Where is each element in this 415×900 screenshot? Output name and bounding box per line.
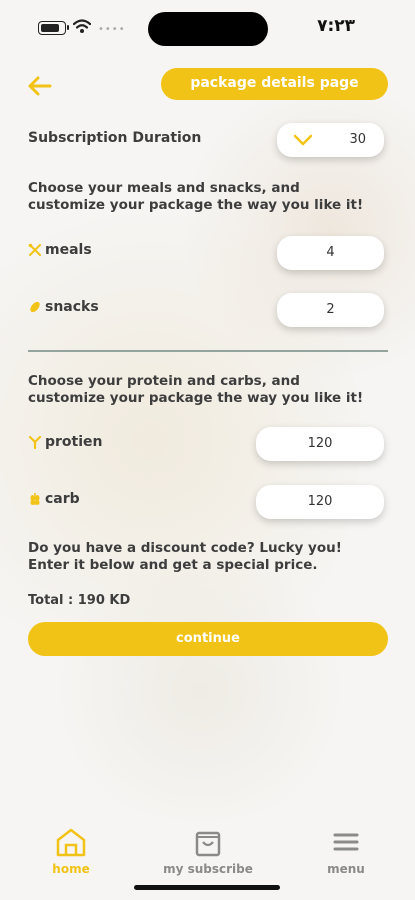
snacks-row-label: snacks xyxy=(28,299,99,315)
status-bar: •••• ٧:٢٣ xyxy=(0,0,415,54)
tab-subscribe-label: my subscribe xyxy=(163,862,253,876)
carb-row-label: carb xyxy=(28,491,80,507)
shopping-bag-icon xyxy=(195,831,221,857)
duration-select[interactable]: 30 xyxy=(277,123,384,157)
protein-amount-field[interactable]: 120 xyxy=(256,427,384,461)
wheat-icon xyxy=(30,493,40,505)
wifi-icon xyxy=(73,19,91,33)
tab-menu[interactable]: menu xyxy=(320,827,372,876)
tab-home[interactable]: home xyxy=(46,827,96,876)
protein-label: protien xyxy=(45,434,103,450)
meals-label: meals xyxy=(45,242,92,258)
protein-row-label: protien xyxy=(28,434,103,450)
signal-dots: •••• xyxy=(98,24,126,35)
tab-home-label: home xyxy=(52,862,90,876)
protein-icon xyxy=(28,435,42,449)
tab-menu-label: menu xyxy=(327,862,365,876)
dynamic-island xyxy=(148,12,268,46)
snacks-label: snacks xyxy=(45,299,99,315)
discount-text: Do you have a discount code? Lucky you! … xyxy=(28,540,342,573)
status-time: ٧:٢٣ xyxy=(317,16,355,36)
duration-value: 30 xyxy=(349,132,366,147)
duration-label: Subscription Duration xyxy=(28,130,202,146)
meals-row-label: meals xyxy=(28,242,92,258)
total-price: Total : 190 KD xyxy=(28,593,131,608)
carb-label: carb xyxy=(45,491,80,507)
tab-my-subscribe[interactable]: my subscribe xyxy=(160,827,256,876)
carb-amount-field[interactable]: 120 xyxy=(256,485,384,519)
home-indicator xyxy=(134,885,280,890)
snack-icon xyxy=(30,301,40,313)
snacks-quantity-field[interactable]: 2 xyxy=(277,293,384,327)
macros-intro-text: Choose your protein and carbs, and custo… xyxy=(28,373,364,406)
back-arrow-icon[interactable] xyxy=(26,72,54,100)
menu-icon xyxy=(333,833,359,851)
meals-intro-text: Choose your meals and snacks, and custom… xyxy=(28,180,364,213)
home-icon xyxy=(56,828,86,857)
section-divider xyxy=(28,350,388,352)
meals-quantity-field[interactable]: 4 xyxy=(277,236,384,270)
battery-icon xyxy=(38,21,66,35)
chevron-down-icon xyxy=(293,134,313,146)
continue-button[interactable]: continue xyxy=(28,622,388,656)
cutlery-icon xyxy=(28,243,41,256)
page-title: package details page xyxy=(161,68,388,100)
